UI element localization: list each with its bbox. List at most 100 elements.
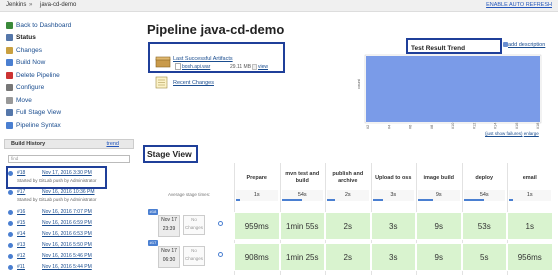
stage-run-cell[interactable]: 9s <box>416 243 462 271</box>
breadcrumb-job[interactable]: java-cd-demo <box>40 2 76 8</box>
build-date-link[interactable]: Nov 16, 2016 6:53 PM <box>42 231 92 237</box>
chart-x-tick-label: #16 <box>515 123 519 129</box>
build-number-link[interactable]: #16 <box>17 209 25 215</box>
notepad-icon <box>155 76 168 89</box>
highlight-box-artifacts <box>148 42 285 73</box>
build-date-link[interactable]: Nov 16, 2016 6:59 PM <box>42 220 92 226</box>
stage-average-time: 1s <box>509 190 551 201</box>
add-description-link[interactable]: add description <box>508 42 545 48</box>
sidebar-item-0[interactable]: Back to Dashboard <box>6 20 71 30</box>
stage-run-cell[interactable]: 1min 55s <box>279 212 325 240</box>
run-info-icon[interactable] <box>218 252 223 257</box>
sidebar-item-8[interactable]: Pipeline Syntax <box>6 120 61 130</box>
stage-run-cell[interactable]: 959ms <box>234 212 280 240</box>
breadcrumb-separator: » <box>29 2 33 8</box>
sidebar-item-1[interactable]: Status <box>6 33 36 43</box>
run-time: 06:30 <box>162 257 176 263</box>
build-number-link[interactable]: #14 <box>17 231 25 237</box>
trend-chart-links: (just show failures) enlarge <box>485 131 539 136</box>
build-history-row[interactable]: #16 Nov 16, 2016 7:07 PM <box>8 208 134 218</box>
build-status-icon <box>8 210 13 215</box>
chart-x-tick-label: #10 <box>451 123 455 129</box>
sidebar-item-6[interactable]: Move <box>6 95 32 105</box>
build-number-link[interactable]: #11 <box>17 264 25 270</box>
build-history-title: Build History <box>11 141 46 147</box>
magnifier-icon <box>6 109 13 116</box>
chart-x-tick-label: #12 <box>472 123 476 129</box>
stage-run-cell[interactable]: 2s <box>325 243 371 271</box>
stage-run-cell[interactable]: 9s <box>416 212 462 240</box>
build-history-row[interactable]: #12 Nov 16, 2016 5:46 PM <box>8 252 134 262</box>
build-number-link[interactable]: #12 <box>17 253 25 259</box>
run-month-day: Nov 17 <box>161 248 177 254</box>
stage-average-bar <box>372 199 383 201</box>
just-show-failures-link[interactable]: (just show failures) <box>485 131 523 136</box>
highlight-box-build-18 <box>6 166 107 189</box>
build-status-icon <box>8 190 13 195</box>
stage-run-cell[interactable]: 5s <box>461 243 507 271</box>
help-icon <box>6 121 13 129</box>
sidebar-item-label: Changes <box>16 46 43 54</box>
build-date-link[interactable]: Nov 16, 2016 10:36 PM <box>42 189 95 195</box>
sidebar-item-label: Build Now <box>16 59 46 66</box>
stage-header: Prepare <box>246 174 268 181</box>
build-number-link[interactable]: #17 <box>17 189 25 195</box>
highlight-box-trend-title <box>406 38 502 54</box>
build-date-link[interactable]: Nov 16, 2016 7:07 PM <box>42 209 92 215</box>
run-info-icon[interactable] <box>218 221 223 226</box>
stage-run-cell[interactable]: 3s <box>370 212 416 240</box>
build-history-row[interactable]: #14 Nov 16, 2016 6:53 PM <box>8 230 134 240</box>
sidebar-item-label: Back to Dashboard <box>16 21 72 29</box>
stage-average-time: 1s <box>236 190 278 201</box>
sidebar-item-label: Full Stage View <box>16 109 62 116</box>
notepad-icon <box>6 46 13 54</box>
build-number-link[interactable]: #13 <box>17 242 25 248</box>
stage-run-cell[interactable]: 2s <box>325 212 371 240</box>
build-date-link[interactable]: Nov 16, 2016 5:46 PM <box>42 253 92 259</box>
sidebar-item-label: Pipeline Syntax <box>16 121 61 129</box>
chart-x-tick-label: #6 <box>409 125 413 129</box>
stage-header: mvn test and build <box>285 171 320 184</box>
stage-average-bar <box>327 199 336 201</box>
build-cause: Started by GitLab push by Administrator <box>17 197 97 202</box>
sidebar-item-5[interactable]: Configure <box>6 83 44 93</box>
build-date-link[interactable]: Nov 16, 2016 5:50 PM <box>42 242 92 248</box>
build-history-row[interactable]: #11 Nov 16, 2016 5:44 PM <box>8 263 134 273</box>
build-filter-input[interactable]: find <box>8 155 130 163</box>
stage-run-cell[interactable]: 1s <box>507 212 553 240</box>
sidebar-item-label: Status <box>16 34 36 41</box>
build-status-icon <box>8 232 13 237</box>
trend-link[interactable]: trend <box>106 141 119 147</box>
chart-x-tick-label: #8 <box>430 125 434 129</box>
sidebar-item-4[interactable]: Delete Pipeline <box>6 70 60 80</box>
arrow-up-icon <box>6 21 13 29</box>
stage-average-bar <box>463 199 485 201</box>
test-result-trend-chart: count #2 #4 #6 #8 #10 #12 #14 #16 #18 <box>356 54 542 129</box>
enable-auto-refresh-link[interactable]: ENABLE AUTO REFRESH <box>486 2 552 8</box>
build-number-link[interactable]: #15 <box>17 220 25 226</box>
stage-run-cell[interactable]: 53s <box>461 212 507 240</box>
stage-run-cell[interactable]: 3s <box>370 243 416 271</box>
recent-changes-link[interactable]: Recent Changes <box>173 80 214 86</box>
stage-run-cell[interactable]: 1min 25s <box>279 243 325 271</box>
build-date-link[interactable]: Nov 16, 2016 5:44 PM <box>42 264 92 270</box>
build-status-icon <box>8 221 13 226</box>
build-history-header: Build History trend <box>4 139 134 149</box>
chart-x-tick-label: #14 <box>494 123 498 129</box>
build-history-row[interactable]: #15 Nov 16, 2016 6:59 PM <box>8 219 134 229</box>
average-stage-times-label: Average stage times: <box>168 192 211 197</box>
chart-area-fill <box>366 56 540 122</box>
breadcrumb-jenkins[interactable]: Jenkins <box>6 2 26 8</box>
sidebar-item-7[interactable]: Full Stage View <box>6 108 61 118</box>
stage-run-cell[interactable]: 908ms <box>234 243 280 271</box>
run-tag[interactable]: #18 <box>148 209 158 215</box>
run-month-day: Nov 17 <box>161 217 177 223</box>
enlarge-link[interactable]: enlarge <box>524 131 539 136</box>
stage-header: publish and archive <box>332 171 364 184</box>
sidebar-item-2[interactable]: Changes <box>6 45 42 55</box>
build-history-row[interactable]: #13 Nov 16, 2016 5:50 PM <box>8 241 134 251</box>
stage-header: email <box>522 174 537 181</box>
run-tag[interactable]: #17 <box>148 240 158 246</box>
stage-run-cell[interactable]: 956ms <box>507 243 553 271</box>
sidebar-item-3[interactable]: Build Now <box>6 58 45 68</box>
